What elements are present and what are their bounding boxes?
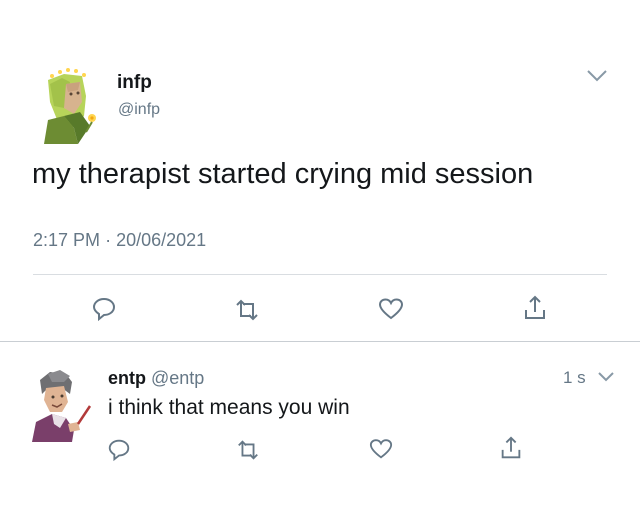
retweet-icon[interactable]	[232, 297, 262, 323]
reply-text: i think that means you win	[108, 396, 350, 419]
tweet-time[interactable]: 2:17 PM	[33, 230, 100, 250]
tweet-divider	[33, 274, 607, 275]
reply-age[interactable]: 1 s	[563, 368, 586, 388]
reply-display-name[interactable]: entp	[108, 368, 146, 388]
reply-header: entp @entp	[108, 368, 204, 389]
like-icon[interactable]	[368, 437, 394, 461]
like-icon[interactable]	[377, 296, 405, 322]
timestamp-separator: ·	[105, 230, 112, 250]
chevron-down-icon[interactable]	[596, 370, 616, 384]
entp-avatar-icon[interactable]	[26, 366, 96, 442]
infp-avatar-icon[interactable]	[34, 62, 106, 144]
reply-handle[interactable]: @entp	[151, 368, 204, 388]
tweet-handle[interactable]: @infp	[118, 101, 160, 119]
tweet-date[interactable]: 20/06/2021	[116, 230, 206, 250]
reply-icon[interactable]	[90, 294, 118, 322]
tweet-display-name[interactable]: infp	[117, 72, 152, 94]
chevron-down-icon[interactable]	[585, 68, 609, 84]
section-divider	[0, 341, 640, 342]
share-icon[interactable]	[521, 293, 549, 323]
tweet-text: my therapist started crying mid session	[32, 158, 534, 190]
tweet-timestamp: 2:17 PM · 20/06/2021	[33, 230, 206, 251]
share-icon[interactable]	[498, 434, 524, 462]
retweet-icon[interactable]	[234, 438, 262, 462]
reply-icon[interactable]	[106, 436, 132, 462]
